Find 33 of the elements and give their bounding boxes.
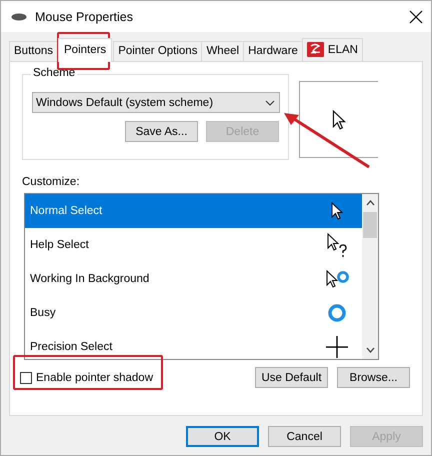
customize-label: Customize: [22,176,81,188]
list-item[interactable]: Working In Background [25,262,362,296]
help-cursor-icon [327,232,347,258]
arrow-cursor-icon [331,202,343,220]
scrollbar[interactable] [362,194,378,359]
scroll-down-icon[interactable] [366,347,374,353]
list-item[interactable]: Precision Select [25,330,362,359]
dialog-button[interactable]: OK [186,426,259,447]
dialog-button[interactable]: Save As... [125,121,198,142]
tab[interactable]: Pointers [58,38,112,62]
crosshair-icon [326,336,348,358]
arrow-cursor-icon [332,110,346,130]
logo [306,42,324,57]
close-icon[interactable] [409,10,423,24]
list-item[interactable]: Normal Select [25,194,362,228]
dialog-button[interactable]: Browse... [337,367,410,388]
mouse-icon [11,12,27,20]
tab[interactable]: Buttons [9,41,58,61]
scroll-up-icon[interactable] [366,200,374,206]
dialog-button[interactable]: Use Default [255,367,328,388]
tab[interactable]: ELAN [302,38,363,61]
list-item[interactable]: Help Select [25,228,362,262]
checkbox[interactable] [20,372,32,384]
list-item[interactable]: Busy [25,296,362,330]
scroll-thumb[interactable] [363,212,377,238]
chevron-down-icon [265,100,275,106]
working-cursor-icon [326,270,348,288]
tab[interactable]: Pointer Options [113,41,202,61]
group-label: Scheme [31,67,78,79]
dialog-button[interactable]: Cancel [268,426,341,447]
scheme-dropdown[interactable]: Windows Default (system scheme) [32,92,280,113]
window-title: Mouse Properties [35,10,134,24]
busy-cursor-icon [328,304,346,322]
